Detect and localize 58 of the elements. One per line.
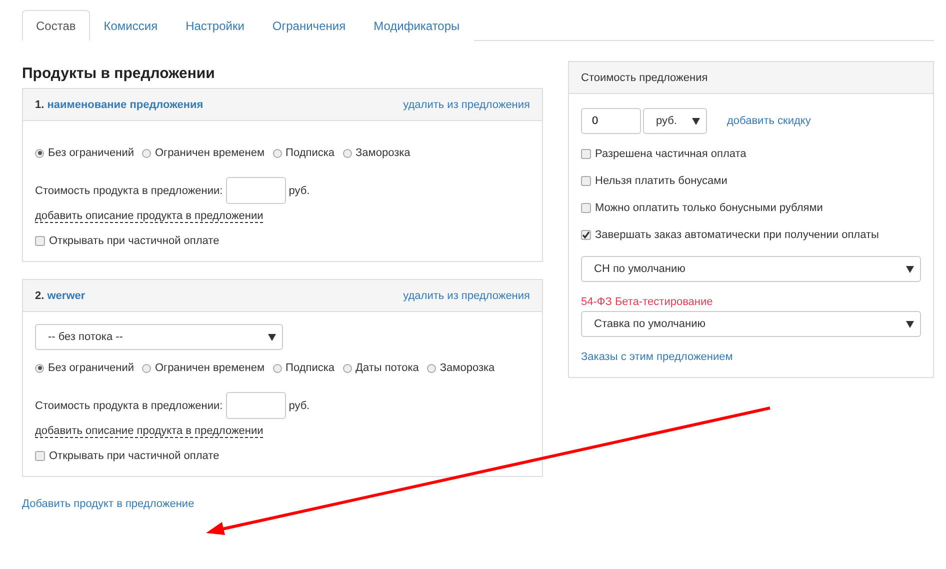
caret-icon bbox=[906, 266, 914, 272]
price-input[interactable] bbox=[226, 392, 286, 419]
checkbox[interactable]: Завершать заказ автоматически при получении оплаты bbox=[581, 229, 921, 241]
checkbox-box[interactable] bbox=[581, 230, 591, 240]
checkbox-box[interactable] bbox=[581, 176, 591, 186]
orders-link[interactable]: Заказы с этим предложением bbox=[581, 351, 733, 363]
checkbox[interactable]: Нельзя платить бонусами bbox=[581, 175, 921, 187]
currency-label: руб. bbox=[288, 184, 310, 196]
panel-title: Стоимость предложения bbox=[581, 72, 708, 84]
beta-label: 54-ФЗ Бета-тестирование bbox=[581, 296, 714, 308]
checkbox-box[interactable] bbox=[581, 149, 591, 159]
radio-option[interactable]: Без ограничений bbox=[35, 362, 134, 374]
product-title: 1. наименование предложения bbox=[35, 98, 204, 110]
caret-icon bbox=[906, 320, 914, 328]
caret-icon bbox=[268, 334, 276, 340]
radio-button[interactable] bbox=[426, 364, 436, 372]
radio-option[interactable]: Ограничен временем bbox=[142, 147, 265, 159]
remove-link[interactable]: удалить из предложения bbox=[403, 98, 530, 110]
radio-button[interactable] bbox=[342, 364, 352, 372]
add-description-link[interactable]: добавить описание продукта в предложении bbox=[35, 210, 264, 223]
radio-option[interactable]: Заморозка bbox=[426, 362, 495, 374]
amount-input[interactable]: 0 bbox=[581, 108, 641, 134]
checkbox[interactable]: Открывать при частичной оплате bbox=[35, 450, 530, 462]
radio-option[interactable]: Даты потока bbox=[342, 362, 419, 374]
stream-select[interactable]: -- без потока -- bbox=[35, 324, 283, 350]
section-heading: Продукты в предложении bbox=[22, 65, 216, 82]
product-title: 2. werwer bbox=[35, 290, 86, 302]
currency-label: руб. bbox=[288, 400, 310, 412]
remove-link[interactable]: удалить из предложения bbox=[403, 290, 530, 302]
radio-button[interactable] bbox=[142, 148, 151, 158]
price-label: Стоимость продукта в предложении: bbox=[35, 184, 223, 196]
radio-option[interactable]: Без ограничений bbox=[35, 147, 134, 159]
checkbox[interactable]: Разрешена частичная оплата bbox=[581, 148, 921, 160]
rate-select[interactable]: Ставка по умолчанию bbox=[581, 311, 921, 337]
radio-button[interactable] bbox=[35, 148, 44, 158]
radio-button[interactable] bbox=[272, 364, 282, 372]
tab[interactable]: Состав bbox=[22, 10, 90, 41]
price-label: Стоимость продукта в предложении: bbox=[35, 400, 223, 412]
radio-option[interactable]: Подписка bbox=[272, 362, 335, 374]
radio-option[interactable]: Заморозка bbox=[342, 147, 410, 159]
add-description-link[interactable]: добавить описание продукта в предложении bbox=[35, 425, 264, 438]
price-input[interactable] bbox=[226, 177, 286, 204]
checkbox-box[interactable] bbox=[35, 451, 45, 461]
radio-option[interactable]: Ограничен временем bbox=[142, 362, 265, 374]
add-product-link[interactable]: Добавить продукт в предложение bbox=[22, 498, 194, 510]
currency-select[interactable]: руб. bbox=[643, 108, 707, 134]
caret-icon bbox=[692, 118, 700, 124]
add-discount-link[interactable]: добавить скидку bbox=[727, 115, 811, 127]
checkbox[interactable]: Можно оплатить только бонусными рублями bbox=[581, 202, 921, 214]
radio-button[interactable] bbox=[142, 364, 151, 372]
checkbox-box[interactable] bbox=[35, 236, 45, 246]
radio-option[interactable]: Подписка bbox=[272, 147, 335, 159]
checkbox[interactable]: Открывать при частичной оплате bbox=[35, 235, 530, 247]
radio-button[interactable] bbox=[272, 148, 282, 158]
radio-button[interactable] bbox=[342, 148, 352, 158]
checkbox-box[interactable] bbox=[581, 203, 591, 213]
tax-select[interactable]: СН по умолчанию bbox=[581, 256, 921, 282]
radio-button[interactable] bbox=[35, 364, 44, 372]
